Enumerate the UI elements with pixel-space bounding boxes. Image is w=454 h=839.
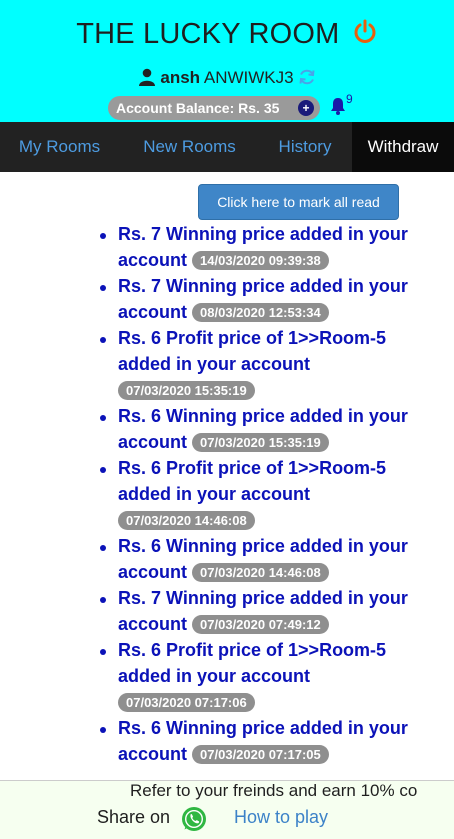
notification-item: Rs. 6 Profit price of 1>>Room-5 added in… (100, 637, 418, 715)
notification-item: Rs. 6 Winning price added in your accoun… (100, 533, 418, 585)
notification-item: Rs. 7 Winning price added in your accoun… (100, 585, 418, 637)
bullet (100, 649, 106, 655)
user-code: ANWIWKJ3 (203, 68, 294, 87)
referral-marquee: Refer to your freinds and earn 10% co (130, 781, 418, 800)
notification-item: Rs. 6 Profit price of 1>>Room-5 added in… (100, 455, 418, 533)
notification-item: Rs. 6 Winning price added in your accoun… (100, 715, 418, 767)
notification-item: Rs. 7 Winning price added in your accoun… (100, 221, 418, 273)
tab-new-rooms[interactable]: New Rooms (119, 122, 260, 172)
power-icon[interactable] (352, 19, 378, 45)
notification-time: 07/03/2020 14:46:08 (192, 563, 329, 582)
user-icon (138, 68, 155, 86)
user-info: ansh ANWIWKJ3 (0, 68, 454, 88)
notification-text: Rs. 6 Profit price of 1>>Room-5 added in… (118, 458, 387, 504)
bullet (100, 337, 106, 343)
bullet (100, 467, 106, 473)
notification-time: 07/03/2020 15:35:19 (192, 433, 329, 452)
app-header: THE LUCKY ROOM ansh ANWIWKJ3 Account Bal… (0, 0, 454, 122)
notification-time: 07/03/2020 07:49:12 (192, 615, 329, 634)
app-title-row: THE LUCKY ROOM (0, 18, 454, 51)
notification-time: 07/03/2020 15:35:19 (118, 381, 255, 400)
notification-time: 08/03/2020 12:53:34 (192, 303, 329, 322)
notification-time: 14/03/2020 09:39:38 (192, 251, 329, 270)
bell-icon[interactable] (330, 96, 346, 116)
tab-my-rooms[interactable]: My Rooms (0, 122, 119, 172)
refresh-icon[interactable] (298, 68, 316, 86)
mark-all-read-button[interactable]: Click here to mark all read (198, 184, 399, 220)
notification-item: Rs. 7 Winning price added in your accoun… (100, 273, 418, 325)
app-title: THE LUCKY ROOM (76, 18, 340, 50)
bullet (100, 597, 106, 603)
bullet (100, 415, 106, 421)
tab-history[interactable]: History (260, 122, 350, 172)
username: ansh (160, 68, 201, 87)
notification-time: 07/03/2020 07:17:05 (192, 745, 329, 764)
main-nav: My Rooms New Rooms History Withdraw (0, 122, 454, 172)
notification-time: 07/03/2020 07:17:06 (118, 693, 255, 712)
notification-text: Rs. 6 Profit price of 1>>Room-5 added in… (118, 328, 387, 374)
notification-item: Rs. 6 Winning price added in your accoun… (100, 403, 418, 455)
notification-item: Rs. 6 Profit price of 1>>Room-5 added in… (100, 325, 418, 403)
bullet (100, 233, 106, 239)
how-to-play-link[interactable]: How to play (234, 807, 328, 828)
notification-text: Rs. 6 Profit price of 1>>Room-5 added in… (118, 640, 387, 686)
bullet (100, 545, 106, 551)
tab-withdraw[interactable]: Withdraw (352, 122, 454, 172)
add-balance-button[interactable]: + (298, 100, 314, 116)
whatsapp-icon[interactable] (180, 805, 208, 833)
bullet (100, 727, 106, 733)
notification-count: 9 (346, 92, 353, 106)
bullet (100, 285, 106, 291)
account-balance: Account Balance: Rs. 35 (108, 96, 320, 120)
notification-time: 07/03/2020 14:46:08 (118, 511, 255, 530)
share-label: Share on (97, 807, 171, 827)
footer-bar: Refer to your freinds and earn 10% co Sh… (0, 780, 454, 839)
